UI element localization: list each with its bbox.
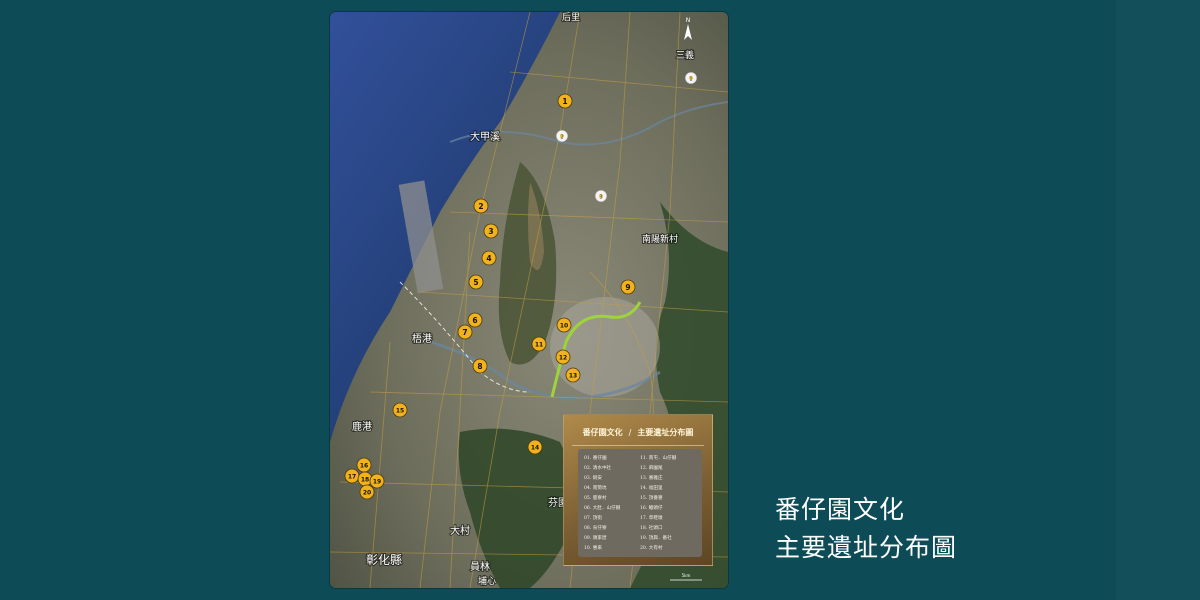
caption-title-line1: 番仔園文化: [775, 495, 906, 524]
svg-text:18: 18: [361, 477, 369, 484]
legend-item: 08. 烏仔寮: [584, 526, 607, 531]
legend-item: 05. 鹿寮村: [584, 496, 607, 501]
svg-text:5: 5: [473, 278, 478, 287]
svg-text:6: 6: [472, 316, 477, 325]
site-marker-6: 6: [467, 312, 483, 328]
site-marker-10: 10: [556, 317, 572, 333]
legend-item: 19. 頂興．番社: [640, 536, 672, 541]
svg-text:13: 13: [569, 373, 577, 380]
svg-text:2: 2: [478, 202, 483, 211]
place-label-lugang: 鹿港: [352, 420, 372, 433]
legend-item: 09. 頭家厝: [584, 536, 607, 541]
svg-text:2: 2: [560, 134, 563, 140]
site-marker-11: 11: [531, 336, 547, 352]
svg-text:16: 16: [360, 463, 368, 470]
svg-text:19: 19: [373, 479, 381, 486]
legend-item: 01. 番仔園: [584, 456, 607, 461]
svg-text:5km: 5km: [682, 573, 691, 578]
site-marker-14: 14: [527, 439, 543, 455]
legend-item: 14. 福田里: [640, 486, 663, 491]
site-marker-19: 19: [369, 473, 385, 489]
flower-marker-2: 2: [556, 130, 568, 142]
legend-item: 12. 麻園尾: [640, 466, 663, 471]
legend-title-divider: /: [628, 427, 632, 437]
legend-item: 15. 頂番婆: [640, 496, 663, 501]
svg-text:3: 3: [599, 194, 602, 200]
right-decorative-band: [1116, 0, 1200, 600]
site-marker-7: 7: [457, 324, 473, 340]
site-marker-9: 9: [620, 279, 636, 295]
svg-text:10: 10: [560, 323, 568, 330]
svg-text:17: 17: [348, 474, 356, 481]
place-label-puxin: 埔心: [478, 575, 496, 587]
legend-item: 02. 清水中社: [584, 466, 612, 471]
legend-list: 01. 番仔園 02. 清水中社 03. 銅安 04. 南勢坑 05. 鹿寮村 …: [578, 449, 702, 557]
site-marker-8: 8: [472, 358, 488, 374]
legend-item: 17. 草鞋墩: [640, 516, 663, 521]
legend-item: 10. 惠來: [584, 546, 602, 551]
legend-item: 07. 頂街: [584, 516, 602, 521]
legend-title-left: 番仔園文化: [582, 426, 623, 437]
legend-header: 番仔園文化 / 主要遺址分布圖: [572, 419, 704, 446]
site-distribution-map: 大甲溪 梧港 南陽新村 鹿港 彰化縣 大村 員林 芬園 埔心 三義 后里 N 1…: [330, 12, 728, 588]
legend-item: 11. 南屯．山仔腳: [640, 456, 677, 461]
place-label-dajia: 大甲溪: [470, 130, 500, 143]
svg-text:15: 15: [396, 408, 404, 415]
site-marker-15: 15: [392, 402, 408, 418]
svg-text:N: N: [686, 17, 691, 24]
svg-text:9: 9: [625, 283, 630, 292]
site-marker-13: 13: [565, 367, 581, 383]
site-marker-5: 5: [468, 274, 484, 290]
site-marker-3: 3: [483, 223, 499, 239]
place-label-nanyang: 南陽新村: [642, 233, 678, 245]
svg-text:20: 20: [363, 490, 371, 497]
flower-marker-1: 1: [685, 72, 697, 84]
place-label-houli: 后里: [562, 12, 580, 23]
legend-item: 18. 社頭口: [640, 526, 663, 531]
legend-item: 20. 大有村: [640, 546, 663, 551]
place-label-wuqi: 梧港: [412, 332, 432, 345]
site-marker-16: 16: [356, 457, 372, 473]
place-label-changhua: 彰化縣: [366, 552, 402, 567]
legend-panel: 番仔園文化 / 主要遺址分布圖 01. 番仔園 02. 清水中社 03. 銅安 …: [563, 414, 713, 566]
site-marker-1: 1: [557, 93, 573, 109]
legend-item: 04. 南勢坑: [584, 486, 607, 491]
svg-text:11: 11: [535, 342, 543, 349]
caption-title-line2: 主要遺址分布圖: [775, 533, 958, 562]
svg-text:7: 7: [462, 328, 467, 337]
legend-title-right: 主要遺址分布圖: [637, 426, 694, 437]
svg-text:1: 1: [562, 97, 567, 106]
place-label-dacun: 大村: [450, 524, 470, 537]
svg-text:12: 12: [559, 355, 567, 362]
svg-text:14: 14: [531, 445, 539, 452]
svg-text:4: 4: [486, 254, 491, 263]
svg-text:1: 1: [689, 76, 692, 82]
legend-item: 13. 番雅庄: [640, 476, 663, 481]
svg-text:8: 8: [477, 362, 482, 371]
legend-item: 03. 銅安: [584, 476, 602, 481]
site-marker-2: 2: [473, 198, 489, 214]
site-marker-4: 4: [481, 250, 497, 266]
place-label-yuanlin: 員林: [470, 560, 490, 573]
flower-marker-3: 3: [595, 190, 607, 202]
legend-item: 06. 大肚．山仔腳: [584, 506, 621, 511]
place-label-sanyi: 三義: [676, 49, 694, 61]
site-marker-12: 12: [555, 349, 571, 365]
legend-item: 16. 轆頭仔: [640, 506, 663, 511]
svg-text:3: 3: [488, 227, 493, 236]
site-marker-20: 20: [359, 484, 375, 500]
site-marker-17: 17: [344, 468, 360, 484]
